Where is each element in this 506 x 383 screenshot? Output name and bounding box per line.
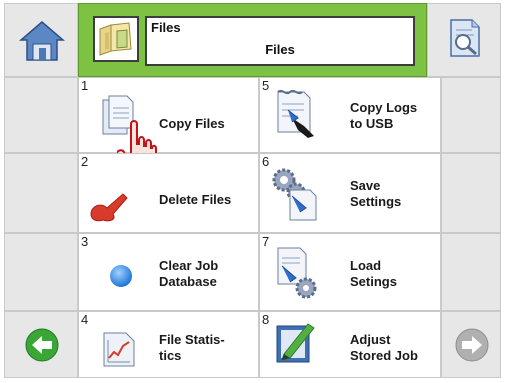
menu-item-copy-files[interactable]: 1 Copy Files	[78, 77, 259, 179]
title-panel: Files Files	[78, 3, 427, 77]
menu-item-number: 3	[81, 234, 89, 249]
home-icon	[19, 21, 65, 61]
menu-item-load-settings[interactable]: 7 Load Setings	[259, 233, 441, 311]
menu-item-delete-files[interactable]: 2 Delete Files	[78, 153, 259, 233]
menu-item-number: 7	[262, 234, 270, 249]
menu-item-label: Copy Files	[159, 116, 225, 131]
menu-item-label: Save Settings	[350, 178, 402, 209]
left-side-cell	[4, 77, 78, 153]
title-box: Files Files	[145, 16, 415, 66]
title-label-small: Files	[151, 20, 181, 35]
menu-item-label: Copy Logs to USB	[350, 100, 418, 131]
folder-icon	[99, 22, 132, 56]
right-side-cell	[441, 233, 501, 311]
menu-item-number: 4	[81, 312, 89, 327]
menu-item-number: 1	[81, 78, 89, 93]
statistics-icon	[103, 332, 135, 367]
menu-item-file-statistics[interactable]: 4 File Statis- tics	[78, 311, 259, 378]
menu-item-number: 8	[262, 312, 270, 327]
preview-button[interactable]	[427, 3, 501, 77]
files-menu-screen: Files Files 1 Copy Files 2 Delete Files …	[4, 3, 501, 378]
menu-item-label: Clear Job Database	[159, 258, 219, 289]
right-side-cell	[441, 77, 501, 153]
right-side-cell	[441, 153, 501, 233]
left-side-cell	[4, 153, 78, 233]
folder-button[interactable]	[93, 16, 139, 62]
menu-item-label: Load Setings	[350, 258, 397, 289]
delete-files-icon	[90, 193, 128, 222]
menu-item-label: Delete Files	[159, 192, 232, 207]
menu-item-number: 2	[81, 154, 89, 169]
forward-button[interactable]	[441, 311, 501, 378]
back-button[interactable]	[4, 311, 78, 378]
menu-item-number: 5	[262, 78, 270, 93]
menu-item-label: File Statis- tics	[159, 332, 225, 363]
menu-item-number: 6	[262, 154, 270, 169]
back-arrow-icon	[25, 328, 59, 362]
copy-logs-icon	[277, 89, 314, 138]
database-icon	[110, 265, 132, 287]
menu-item-copy-logs-to-usb[interactable]: 5 Copy Logs to USB	[259, 77, 441, 153]
menu-item-label: Adjust Stored Job	[350, 332, 418, 363]
document-preview-icon	[450, 19, 480, 57]
menu-item-save-settings[interactable]: 6 Save Settings	[259, 153, 441, 233]
left-side-cell	[4, 233, 78, 311]
adjust-job-icon	[276, 323, 315, 363]
save-settings-icon	[272, 168, 317, 221]
menu-item-adjust-stored-job[interactable]: 8 Adjust Stored Job	[259, 311, 441, 378]
forward-arrow-icon	[455, 328, 489, 362]
home-button[interactable]	[4, 3, 78, 77]
menu-item-clear-job-database[interactable]: 3 Clear Job Database	[78, 233, 259, 311]
page-title: Files	[265, 42, 295, 57]
load-settings-icon	[277, 247, 317, 299]
